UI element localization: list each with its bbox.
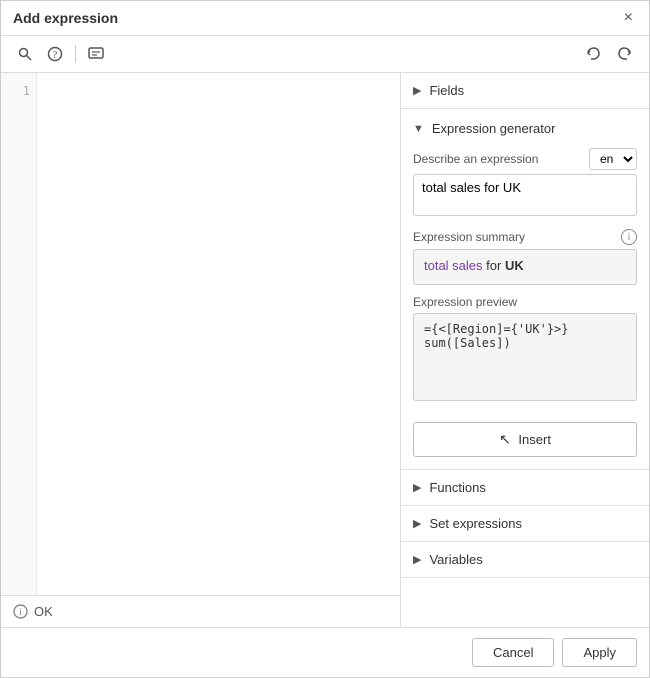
line-number-1: 1 [1,81,36,101]
right-panel: ▶ Fields ▼ Expression generator Describe… [401,73,649,627]
describe-field-row: Describe an expression en fr de total sa… [413,148,637,219]
expression-summary-box: total sales for UK [413,249,637,285]
redo-button[interactable] [611,42,639,66]
summary-part-2: for [483,258,505,273]
functions-arrow-icon: ▶ [413,481,421,494]
add-expression-dialog: Add expression × ? [0,0,650,678]
dialog-header: Add expression × [1,1,649,36]
variables-section-header[interactable]: ▶ Variables [401,542,649,578]
expression-generator: ▼ Expression generator Describe an expre… [401,109,649,470]
preview-label-text: Expression preview [413,295,517,309]
set-expressions-arrow-icon: ▶ [413,517,421,530]
dialog-title: Add expression [13,10,118,26]
cursor-icon: ↖ [499,431,511,447]
preview-field-label: Expression preview [413,295,637,309]
line-numbers: 1 [1,73,37,595]
functions-section-title: Functions [429,480,485,495]
preview-field-row: Expression preview ={<[Region]={'UK'}>} … [413,295,637,404]
insert-button-label: Insert [518,432,551,447]
summary-field-label: Expression summary i [413,229,637,245]
summary-info-icon[interactable]: i [621,229,637,245]
summary-field-row: Expression summary i total sales for UK [413,229,637,285]
summary-label-text: Expression summary [413,230,525,244]
fields-section-header[interactable]: ▶ Fields [401,73,649,109]
toolbar-divider [75,45,76,63]
help-button[interactable]: ? [41,42,69,66]
undo-icon [585,46,601,62]
describe-input[interactable]: total sales for UK [413,174,637,216]
language-select[interactable]: en fr de [589,148,637,170]
redo-icon [617,46,633,62]
comment-icon [88,46,104,62]
expression-preview-box[interactable]: ={<[Region]={'UK'}>} sum([Sales]) [413,313,637,401]
search-button[interactable] [11,42,39,66]
ok-info-icon: i [13,604,28,619]
editor-footer: i OK [1,595,400,627]
fields-arrow-icon: ▶ [413,84,421,97]
cancel-button[interactable]: Cancel [472,638,554,667]
fields-section-title: Fields [429,83,464,98]
describe-field-label: Describe an expression en fr de [413,148,637,170]
ok-label: OK [34,604,53,619]
variables-arrow-icon: ▶ [413,553,421,566]
toolbar: ? [1,36,649,73]
svg-text:i: i [19,607,22,617]
insert-button[interactable]: ↖ Insert [413,422,637,457]
dialog-body: 1 i OK ▶ Fields ▼ [1,73,649,627]
gen-section-header[interactable]: ▼ Expression generator [413,121,637,136]
describe-label-text: Describe an expression [413,152,538,166]
comment-button[interactable] [82,42,110,66]
svg-text:?: ? [53,50,58,61]
code-editor[interactable] [37,73,400,595]
undo-button[interactable] [579,42,607,66]
gen-section-title: Expression generator [432,121,556,136]
set-expressions-section-title: Set expressions [429,516,522,531]
editor-area: 1 [1,73,400,595]
set-expressions-section-header[interactable]: ▶ Set expressions [401,506,649,542]
apply-button[interactable]: Apply [562,638,637,667]
close-button[interactable]: × [620,9,637,27]
summary-part-1: total sales [424,258,483,273]
gen-arrow-icon: ▼ [413,123,424,135]
search-icon [17,46,33,62]
toolbar-right [579,42,639,66]
editor-panel: 1 i OK [1,73,401,627]
variables-section-title: Variables [429,552,482,567]
functions-section-header[interactable]: ▶ Functions [401,470,649,506]
summary-part-3: UK [505,258,524,273]
help-icon: ? [47,46,63,62]
dialog-footer: Cancel Apply [1,627,649,677]
